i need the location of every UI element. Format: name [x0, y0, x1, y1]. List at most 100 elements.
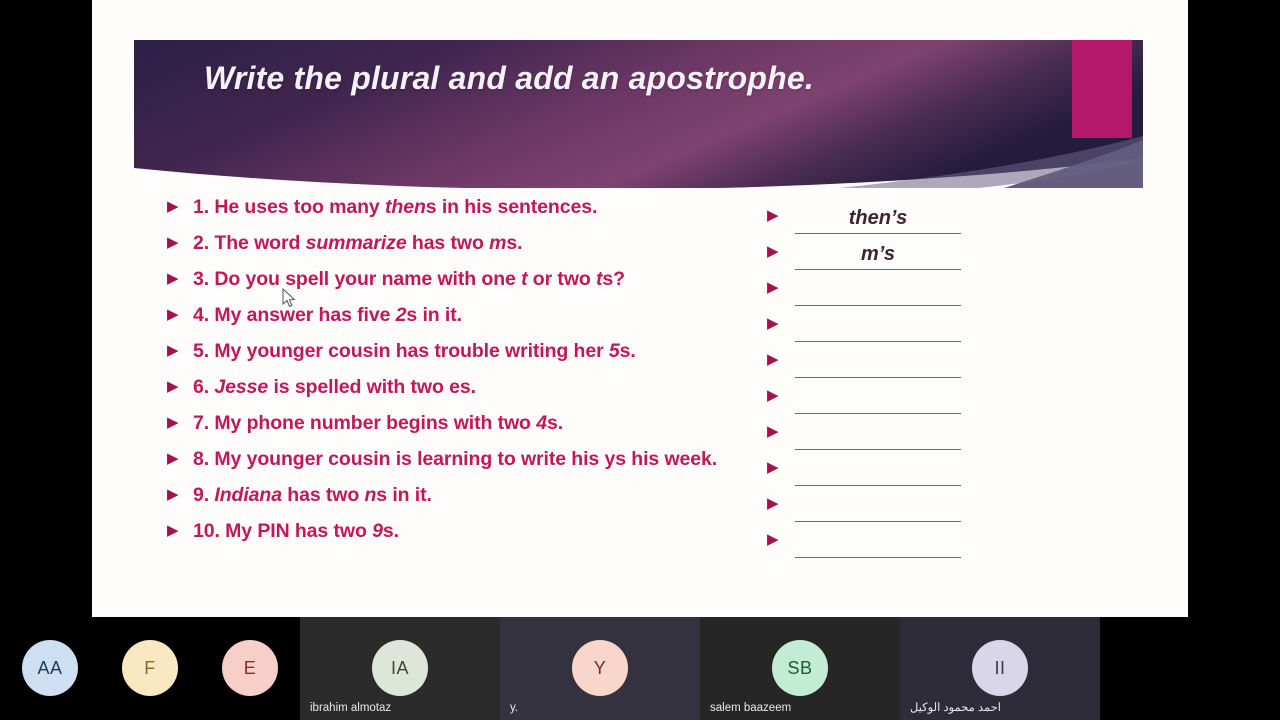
- presentation-slide[interactable]: Write the plural and add an apostrophe. …: [92, 0, 1188, 617]
- participant-name: y.: [510, 702, 519, 714]
- answer-row: ▶: [767, 304, 1067, 342]
- question-fragment: My younger cousin has trouble writing he…: [214, 340, 609, 362]
- answer-row: ▶: [767, 412, 1067, 450]
- answer-row: ▶: [767, 484, 1067, 522]
- answer-row: ▶ m’s: [767, 232, 1067, 270]
- answer-row: ▶: [767, 448, 1067, 486]
- bullet-triangle-icon: ▶: [767, 279, 779, 296]
- question-number: 9.: [193, 484, 215, 506]
- question-fragment: s.: [546, 412, 564, 434]
- question-fragment: has two: [281, 484, 365, 506]
- question-text: 7. My phone number begins with two 4s.: [193, 412, 563, 435]
- answer-row: ▶ then’s: [767, 196, 1067, 234]
- question-emphasis: Indiana: [214, 484, 282, 506]
- question-row: ▶ 4. My answer has five 2s in it.: [167, 304, 767, 340]
- question-fragment: or two: [527, 268, 597, 290]
- bullet-triangle-icon: ▶: [767, 207, 779, 224]
- participant-tile[interactable]: E: [200, 617, 300, 720]
- participant-tile[interactable]: IA ibrahim almotaz: [300, 617, 500, 720]
- question-row: ▶ 6. Jesse is spelled with two es.: [167, 376, 767, 412]
- participant-name: احمد محمود الوكيل: [910, 702, 1001, 714]
- participant-tile[interactable]: F: [100, 617, 200, 720]
- avatar: F: [122, 640, 178, 696]
- question-number: 1.: [193, 196, 215, 218]
- question-number: 6.: [193, 376, 215, 398]
- bullet-triangle-icon: ▶: [767, 351, 779, 368]
- question-number: 8.: [193, 448, 215, 470]
- participant-tile[interactable]: Yy.: [500, 617, 700, 720]
- answer-blank-line[interactable]: [795, 278, 961, 306]
- question-emphasis: n: [364, 484, 377, 506]
- avatar: II: [972, 640, 1028, 696]
- bullet-triangle-icon: ▶: [167, 270, 179, 287]
- question-text: 5. My younger cousin has trouble writing…: [193, 340, 636, 363]
- question-fragment: s?: [602, 268, 625, 290]
- answer-value: m’s: [860, 243, 896, 265]
- participant-bar[interactable]: AA F E IA ibrahim almotaz Yy. SB salem baazeem I…: [0, 617, 1280, 720]
- answer-row: ▶: [767, 520, 1067, 558]
- question-fragment: My answer has five: [214, 304, 396, 326]
- participant-tile[interactable]: AA: [0, 617, 100, 720]
- bullet-triangle-icon: ▶: [767, 423, 779, 440]
- question-number: 3.: [193, 268, 215, 290]
- answers-list: ▶ then’s ▶ m’s ▶ ▶ ▶ ▶ ▶ ▶ ▶ ▶: [767, 196, 1067, 558]
- answer-blank-line[interactable]: [795, 458, 961, 486]
- participant-name: salem baazeem: [710, 702, 792, 714]
- question-text: 4. My answer has five 2s in it.: [193, 304, 462, 327]
- screen: Write the plural and add an apostrophe. …: [0, 0, 1280, 720]
- answer-row: ▶: [767, 376, 1067, 414]
- bullet-triangle-icon: ▶: [167, 342, 179, 359]
- answer-value: then’s: [848, 207, 908, 229]
- question-number: 10.: [193, 520, 226, 542]
- question-emphasis: summarize: [305, 232, 407, 254]
- participant-tile[interactable]: SB salem baazeem: [700, 617, 900, 720]
- question-fragment: s in it.: [376, 484, 432, 506]
- question-number: 7.: [193, 412, 215, 434]
- question-row: ▶ 2. The word summarize has two ms.: [167, 232, 767, 268]
- answer-blank-line[interactable]: m’s: [795, 242, 961, 270]
- question-fragment: s in it.: [406, 304, 462, 326]
- question-emphasis: 5: [608, 340, 620, 362]
- answer-blank-line[interactable]: [795, 350, 961, 378]
- avatar: AA: [22, 640, 78, 696]
- answer-blank-line[interactable]: [795, 530, 961, 558]
- question-number: 4.: [193, 304, 215, 326]
- answer-blank-line[interactable]: [795, 422, 961, 450]
- answer-blank-line[interactable]: [795, 386, 961, 414]
- question-fragment: Do you spell your name with one: [214, 268, 522, 290]
- question-fragment: s.: [506, 232, 523, 254]
- question-row: ▶ 3. Do you spell your name with one t or…: [167, 268, 767, 304]
- bullet-triangle-icon: ▶: [167, 522, 179, 539]
- question-row: ▶ 7. My phone number begins with two 4s.: [167, 412, 767, 448]
- bullet-triangle-icon: ▶: [167, 198, 179, 215]
- avatar: SB: [772, 640, 828, 696]
- answer-blank-line[interactable]: [795, 314, 961, 342]
- questions-list: ▶ 1. He uses too many thens in his senten…: [167, 196, 767, 556]
- question-emphasis: then: [385, 196, 426, 218]
- pink-accent-rectangle: [1072, 40, 1132, 138]
- question-row: ▶ 9. Indiana has two ns in it.: [167, 484, 767, 520]
- question-number: 5.: [193, 340, 215, 362]
- participant-tile[interactable]: II احمد محمود الوكيل: [900, 617, 1100, 720]
- avatar: Y: [572, 640, 628, 696]
- avatar: IA: [372, 640, 428, 696]
- bullet-triangle-icon: ▶: [167, 450, 179, 467]
- slide-body: ▶ 1. He uses too many thens in his senten…: [92, 196, 1188, 586]
- question-fragment: s in his sentences.: [425, 196, 598, 218]
- answer-blank-line[interactable]: [795, 494, 961, 522]
- question-fragment: My younger cousin is learning to write h…: [214, 448, 718, 470]
- bullet-triangle-icon: ▶: [767, 495, 779, 512]
- question-emphasis: m: [489, 232, 507, 254]
- question-text: 3. Do you spell your name with one t or …: [193, 268, 625, 291]
- answer-row: ▶: [767, 340, 1067, 378]
- question-row: ▶ 8. My younger cousin is learning to wri…: [167, 448, 767, 484]
- bullet-triangle-icon: ▶: [167, 306, 179, 323]
- bullet-triangle-icon: ▶: [767, 459, 779, 476]
- answer-row: ▶: [767, 268, 1067, 306]
- answer-blank-line[interactable]: then’s: [795, 206, 961, 234]
- bullet-triangle-icon: ▶: [167, 486, 179, 503]
- bullet-triangle-icon: ▶: [767, 387, 779, 404]
- question-text: 6. Jesse is spelled with two es.: [193, 376, 476, 399]
- bullet-triangle-icon: ▶: [167, 234, 179, 251]
- question-text: 8. My younger cousin is learning to writ…: [193, 448, 717, 471]
